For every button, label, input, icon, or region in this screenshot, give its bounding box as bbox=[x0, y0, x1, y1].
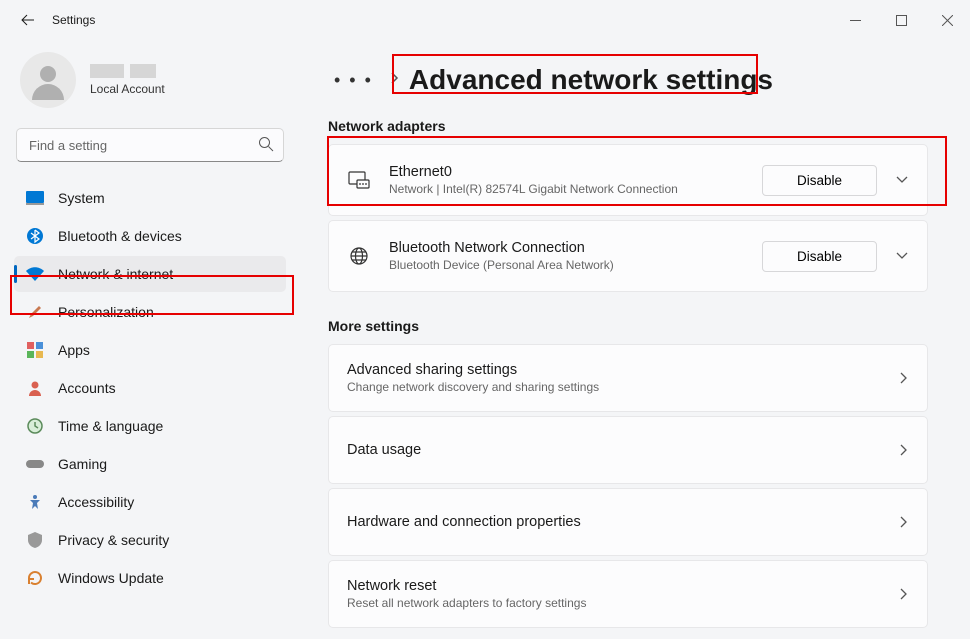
sidebar-item-accounts[interactable]: Accounts bbox=[14, 370, 286, 406]
account-type: Local Account bbox=[90, 82, 165, 96]
wifi-icon bbox=[26, 265, 44, 283]
more-card-sharing: Advanced sharing settings Change network… bbox=[328, 344, 928, 412]
profile-text: Local Account bbox=[90, 64, 165, 96]
titlebar: Settings bbox=[0, 0, 970, 40]
gamepad-icon bbox=[26, 455, 44, 473]
sidebar-item-bluetooth[interactable]: Bluetooth & devices bbox=[14, 218, 286, 254]
row-subtitle: Change network discovery and sharing set… bbox=[347, 380, 881, 394]
more-card-reset: Network reset Reset all network adapters… bbox=[328, 560, 928, 628]
back-button[interactable] bbox=[8, 0, 48, 40]
window-controls bbox=[832, 0, 970, 40]
search-icon bbox=[258, 136, 274, 157]
chevron-right-icon bbox=[389, 71, 399, 89]
profile-block[interactable]: Local Account bbox=[14, 40, 286, 128]
content-area: • • • Advanced network settings Network … bbox=[300, 40, 970, 639]
page-title: Advanced network settings bbox=[409, 64, 773, 96]
accessibility-icon bbox=[26, 493, 44, 511]
adapter-row[interactable]: Ethernet0 Network | Intel(R) 82574L Giga… bbox=[329, 145, 927, 215]
apps-icon bbox=[26, 341, 44, 359]
sidebar-item-gaming[interactable]: Gaming bbox=[14, 446, 286, 482]
row-title: Advanced sharing settings bbox=[347, 362, 881, 378]
redacted-name bbox=[90, 64, 165, 78]
chevron-down-icon[interactable] bbox=[895, 175, 909, 185]
shield-icon bbox=[26, 531, 44, 549]
row-title: Hardware and connection properties bbox=[347, 514, 881, 530]
adapter-card-ethernet: Ethernet0 Network | Intel(R) 82574L Giga… bbox=[328, 144, 928, 216]
adapter-title: Bluetooth Network Connection bbox=[389, 240, 744, 256]
search-box[interactable] bbox=[16, 128, 284, 162]
section-more-label: More settings bbox=[328, 318, 928, 334]
bluetooth-icon bbox=[26, 227, 44, 245]
sidebar-nav: System Bluetooth & devices Network & int… bbox=[14, 180, 286, 596]
sidebar-item-label: Network & internet bbox=[58, 266, 173, 282]
person-icon bbox=[26, 379, 44, 397]
adapter-subtitle: Network | Intel(R) 82574L Gigabit Networ… bbox=[389, 182, 744, 196]
maximize-icon bbox=[896, 15, 907, 26]
sidebar-item-label: Windows Update bbox=[58, 570, 164, 586]
more-card-hardware: Hardware and connection properties bbox=[328, 488, 928, 556]
section-adapters-label: Network adapters bbox=[328, 118, 928, 134]
sidebar-item-privacy[interactable]: Privacy & security bbox=[14, 522, 286, 558]
close-icon bbox=[942, 15, 953, 26]
sidebar-item-label: Privacy & security bbox=[58, 532, 169, 548]
sidebar-item-accessibility[interactable]: Accessibility bbox=[14, 484, 286, 520]
sidebar-item-label: Gaming bbox=[58, 456, 107, 472]
chevron-right-icon bbox=[899, 587, 909, 601]
sidebar-item-label: Accounts bbox=[58, 380, 116, 396]
sidebar: Local Account System Bluetooth & devices… bbox=[0, 40, 300, 639]
sidebar-item-system[interactable]: System bbox=[14, 180, 286, 216]
minimize-button[interactable] bbox=[832, 0, 878, 40]
adapter-row[interactable]: Bluetooth Network Connection Bluetooth D… bbox=[329, 221, 927, 291]
maximize-button[interactable] bbox=[878, 0, 924, 40]
sidebar-item-label: Bluetooth & devices bbox=[58, 228, 182, 244]
settings-row[interactable]: Advanced sharing settings Change network… bbox=[329, 345, 927, 411]
globe-icon bbox=[347, 246, 371, 266]
breadcrumb: • • • Advanced network settings bbox=[328, 40, 928, 114]
disable-button[interactable]: Disable bbox=[762, 165, 877, 196]
adapter-title: Ethernet0 bbox=[389, 164, 744, 180]
settings-row[interactable]: Data usage bbox=[329, 417, 927, 483]
ethernet-icon bbox=[347, 171, 371, 189]
close-button[interactable] bbox=[924, 0, 970, 40]
adapter-card-bluetooth: Bluetooth Network Connection Bluetooth D… bbox=[328, 220, 928, 292]
chevron-right-icon bbox=[899, 371, 909, 385]
sidebar-item-personalization[interactable]: Personalization bbox=[14, 294, 286, 330]
sidebar-item-label: Time & language bbox=[58, 418, 163, 434]
sidebar-item-label: Personalization bbox=[58, 304, 154, 320]
row-subtitle: Reset all network adapters to factory se… bbox=[347, 596, 881, 610]
chevron-down-icon[interactable] bbox=[895, 251, 909, 261]
breadcrumb-ellipsis[interactable]: • • • bbox=[328, 70, 379, 91]
sidebar-item-apps[interactable]: Apps bbox=[14, 332, 286, 368]
window-title: Settings bbox=[52, 13, 95, 27]
chevron-right-icon bbox=[899, 443, 909, 457]
settings-row[interactable]: Network reset Reset all network adapters… bbox=[329, 561, 927, 627]
sidebar-item-label: Accessibility bbox=[58, 494, 134, 510]
brush-icon bbox=[26, 303, 44, 321]
sidebar-item-label: Apps bbox=[58, 342, 90, 358]
avatar bbox=[20, 52, 76, 108]
more-card-data-usage: Data usage bbox=[328, 416, 928, 484]
settings-row[interactable]: Hardware and connection properties bbox=[329, 489, 927, 555]
minimize-icon bbox=[850, 15, 861, 26]
arrow-left-icon bbox=[20, 12, 36, 28]
adapter-subtitle: Bluetooth Device (Personal Area Network) bbox=[389, 258, 744, 272]
update-icon bbox=[26, 569, 44, 587]
row-title: Data usage bbox=[347, 442, 881, 458]
sidebar-item-network[interactable]: Network & internet bbox=[14, 256, 286, 292]
sidebar-item-update[interactable]: Windows Update bbox=[14, 560, 286, 596]
chevron-right-icon bbox=[899, 515, 909, 529]
row-title: Network reset bbox=[347, 578, 881, 594]
sidebar-item-label: System bbox=[58, 190, 105, 206]
clock-icon bbox=[26, 417, 44, 435]
system-icon bbox=[26, 189, 44, 207]
search-input[interactable] bbox=[16, 128, 284, 162]
disable-button[interactable]: Disable bbox=[762, 241, 877, 272]
sidebar-item-time[interactable]: Time & language bbox=[14, 408, 286, 444]
